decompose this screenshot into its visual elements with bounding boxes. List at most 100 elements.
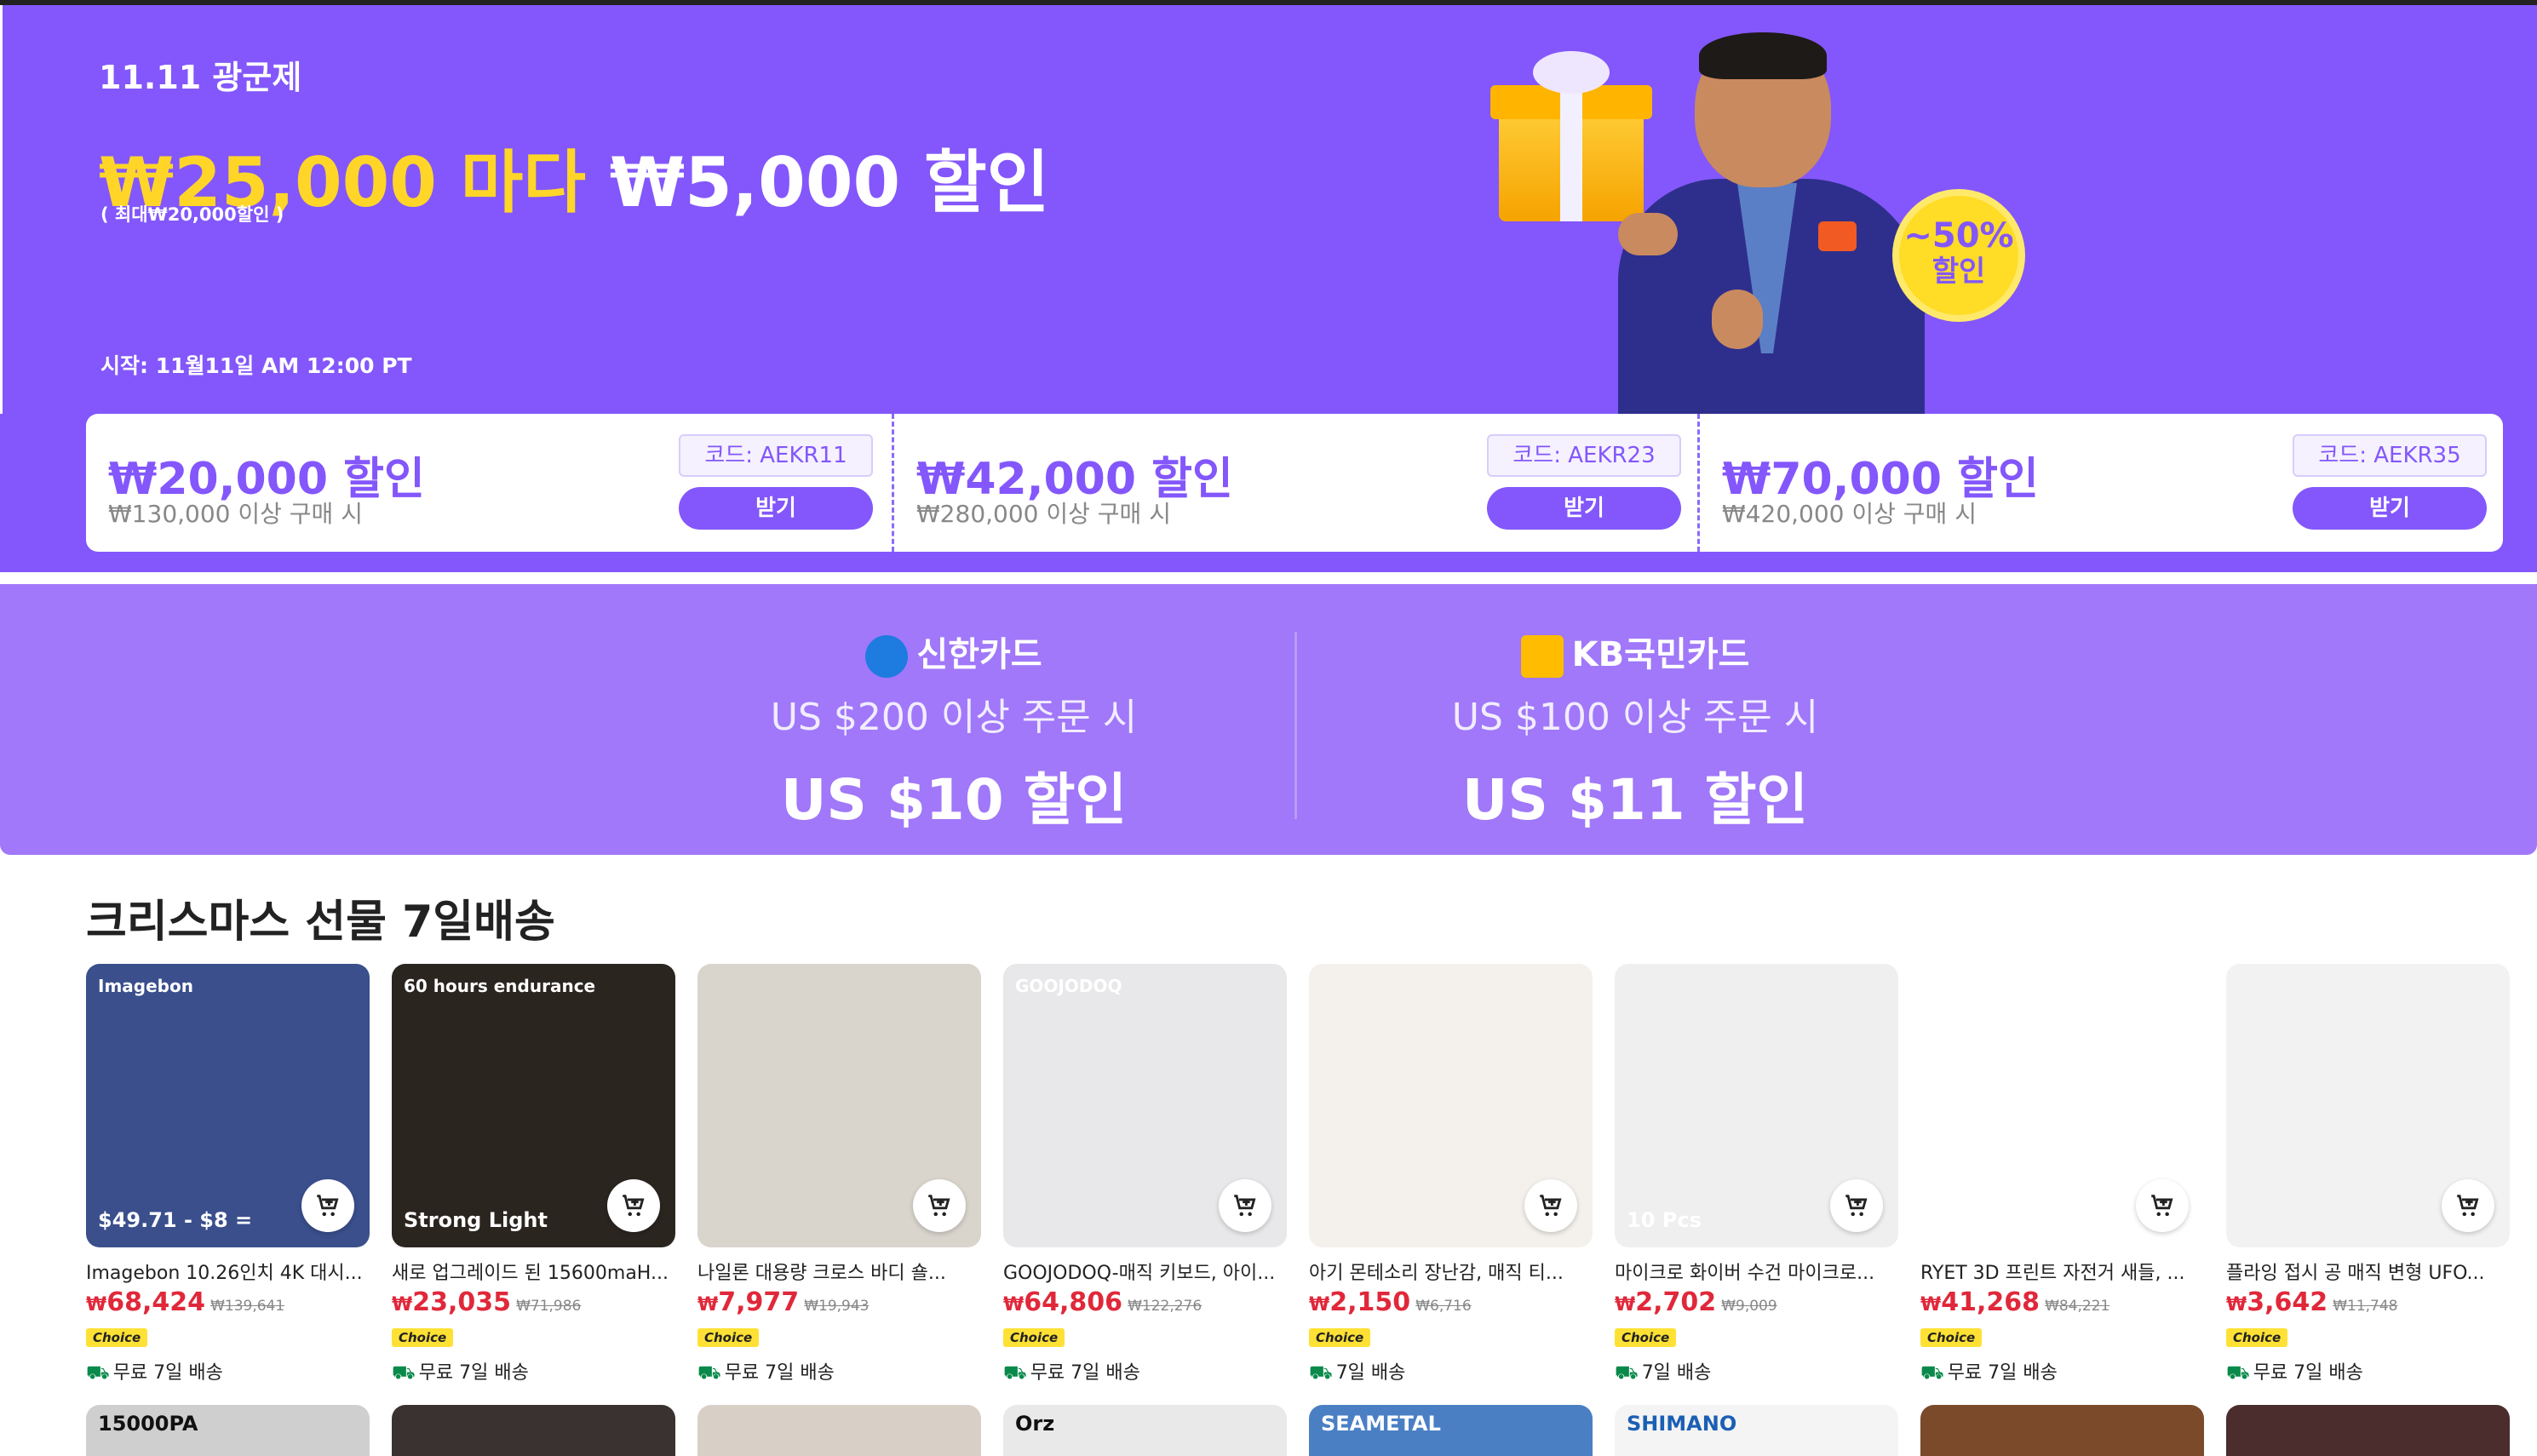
cart-plus-icon bbox=[1845, 1195, 1868, 1217]
product-title[interactable]: 플라잉 접시 공 매직 변형 UFO... bbox=[2226, 1258, 2510, 1285]
product-image[interactable]: 10 Pcs bbox=[1615, 964, 1898, 1247]
cart-plus-icon bbox=[623, 1195, 645, 1217]
price-currency: ₩ bbox=[1309, 1294, 1330, 1316]
shipping-text: 무료 7일 배송 bbox=[112, 1362, 223, 1384]
add-to-cart-button[interactable] bbox=[1830, 1179, 1883, 1232]
gift-ribbon bbox=[1560, 85, 1582, 221]
price-original: ₩11,748 bbox=[2333, 1298, 2398, 1315]
shipping-text: 무료 7일 배송 bbox=[2253, 1362, 2363, 1384]
truck-icon: ⛟ bbox=[392, 1362, 416, 1384]
cart-plus-icon bbox=[2457, 1195, 2479, 1217]
choice-badge: Choice bbox=[1920, 1328, 1983, 1347]
product-price: ₩7,977 ₩19,943 bbox=[697, 1287, 869, 1317]
product-image-label: Imagebon bbox=[98, 976, 193, 996]
product-title[interactable]: 새로 업그레이드 된 15600maH... bbox=[392, 1258, 675, 1285]
product-card-partial[interactable]: Orz bbox=[1003, 1405, 1287, 1456]
add-to-cart-button[interactable] bbox=[1219, 1179, 1271, 1232]
shipping-text: 7일 배송 bbox=[1335, 1362, 1406, 1384]
claim-coupon-button[interactable]: 받기 bbox=[679, 487, 873, 530]
price-currency: ₩ bbox=[1615, 1294, 1636, 1316]
shipping-text: 무료 7일 배송 bbox=[418, 1362, 529, 1384]
coupon-code: 코드: AEKR11 bbox=[679, 434, 873, 477]
product-image[interactable] bbox=[2226, 964, 2510, 1247]
truck-icon: ⛟ bbox=[1309, 1362, 1333, 1384]
product-card-partial[interactable] bbox=[1920, 1405, 2204, 1456]
product-card-partial[interactable]: 15000PA bbox=[86, 1405, 370, 1456]
product-image-label: SEAMETAL bbox=[1321, 1412, 1441, 1436]
cart-plus-icon bbox=[2151, 1195, 2173, 1217]
add-to-cart-button[interactable] bbox=[1524, 1179, 1577, 1232]
coupon-1: ₩20,000 할인 ₩130,000 이상 구매 시 코드: AEKR11 받… bbox=[86, 414, 892, 552]
product-image-label: Orz bbox=[1015, 1412, 1055, 1436]
start-time: 시작: 11월11일 AM 12:00 PT bbox=[100, 353, 412, 378]
product-image[interactable] bbox=[1309, 964, 1593, 1247]
add-to-cart-button[interactable] bbox=[607, 1179, 660, 1232]
price-current: 41,268 bbox=[1941, 1287, 2041, 1317]
shipping-info: ⛟ 무료 7일 배송 bbox=[1920, 1357, 2058, 1386]
product-image[interactable] bbox=[697, 964, 981, 1247]
truck-icon: ⛟ bbox=[697, 1362, 721, 1384]
product-image[interactable]: RYET bbox=[1920, 964, 2204, 1247]
shipping-text: 7일 배송 bbox=[1641, 1362, 1712, 1384]
event-name: 11.11 광군제 bbox=[99, 59, 302, 96]
product-image[interactable]: GOOJODOQ bbox=[1003, 964, 1287, 1247]
shipping-info: ⛟ 7일 배송 bbox=[1615, 1357, 1711, 1386]
product-image[interactable]: Imagebon $49.71 - $8 = bbox=[86, 964, 370, 1247]
product-card-partial[interactable] bbox=[2226, 1405, 2510, 1456]
product-title[interactable]: 마이크로 화이버 수건 마이크로... bbox=[1615, 1258, 1898, 1285]
bank-name: 신한카드 bbox=[916, 635, 1042, 674]
coupon-2: ₩42,000 할인 ₩280,000 이상 구매 시 코드: AEKR23 받… bbox=[892, 414, 1700, 552]
product-image[interactable]: 60 hours endurance Strong Light bbox=[392, 964, 675, 1247]
add-to-cart-button[interactable] bbox=[2136, 1179, 2189, 1232]
price-currency: ₩ bbox=[1920, 1294, 1942, 1316]
thumbs-up-hand bbox=[1712, 289, 1763, 349]
product-image-label: SHIMANO bbox=[1627, 1412, 1737, 1436]
add-to-cart-button[interactable] bbox=[913, 1179, 966, 1232]
choice-badge: Choice bbox=[1615, 1328, 1677, 1347]
hero-promo-image: ~50% 할인 bbox=[1482, 17, 2044, 414]
product-title[interactable]: RYET 3D 프린트 자전거 새들, ... bbox=[1920, 1258, 2204, 1285]
price-original: ₩71,986 bbox=[516, 1298, 582, 1315]
coupon-condition: ₩130,000 이상 구매 시 bbox=[108, 500, 363, 528]
card-promo-banner[interactable]: 신한카드 US $200 이상 주문 시 US $10 할인 KB국민카드 US… bbox=[0, 584, 2537, 855]
shipping-info: ⛟ 무료 7일 배송 bbox=[2226, 1357, 2363, 1386]
price-currency: ₩ bbox=[2226, 1294, 2247, 1316]
product-image-label: RYET bbox=[1932, 976, 1981, 996]
holding-hand bbox=[1618, 213, 1678, 255]
claim-coupon-button[interactable]: 받기 bbox=[2293, 487, 2487, 530]
shipping-text: 무료 7일 배송 bbox=[1030, 1362, 1140, 1384]
price-currency: ₩ bbox=[697, 1294, 719, 1316]
price-original: ₩6,716 bbox=[1415, 1298, 1472, 1315]
product-card-partial[interactable] bbox=[392, 1405, 675, 1456]
add-to-cart-button[interactable] bbox=[2442, 1179, 2494, 1232]
price-original: ₩19,943 bbox=[804, 1298, 870, 1315]
shinhan-logo-icon bbox=[865, 635, 909, 678]
price-current: 23,035 bbox=[412, 1287, 512, 1317]
product-image-caption: $49.71 - $8 = bbox=[98, 1208, 253, 1232]
cart-plus-icon bbox=[1234, 1195, 1256, 1217]
coupon-code: 코드: AEKR35 bbox=[2293, 434, 2487, 477]
choice-badge: Choice bbox=[86, 1328, 148, 1347]
price-original: ₩9,009 bbox=[1721, 1298, 1777, 1315]
product-card-partial[interactable]: SHIMANO bbox=[1615, 1405, 1898, 1456]
product-price: ₩68,424 ₩139,641 bbox=[86, 1287, 284, 1317]
coupon-condition: ₩280,000 이상 구매 시 bbox=[916, 500, 1171, 528]
coupon-code: 코드: AEKR23 bbox=[1487, 434, 1681, 477]
product-price: ₩64,806 ₩122,276 bbox=[1003, 1287, 1202, 1317]
shipping-info: ⛟ 무료 7일 배송 bbox=[1003, 1357, 1140, 1386]
product-card-partial[interactable] bbox=[697, 1405, 981, 1456]
headline-discount: ₩5,000 할인 bbox=[586, 143, 1050, 222]
add-to-cart-button[interactable] bbox=[301, 1179, 354, 1232]
product-title[interactable]: Imagebon 10.26인치 4K 대시... bbox=[86, 1258, 370, 1285]
card-discount: US $11 할인 bbox=[1461, 767, 1809, 833]
shipping-text: 무료 7일 배송 bbox=[724, 1362, 835, 1384]
product-title[interactable]: GOOJODOQ-매직 키보드, 아이... bbox=[1003, 1258, 1287, 1285]
badge-percent: ~50% bbox=[1903, 216, 2014, 255]
product-card-partial[interactable]: SEAMETAL bbox=[1309, 1405, 1593, 1456]
kb-logo: KB국민카드 bbox=[1124, 627, 2146, 678]
product-title[interactable]: 나일론 대용량 크로스 바디 숄... bbox=[697, 1258, 981, 1285]
product-title[interactable]: 아기 몬테소리 장난감, 매직 티... bbox=[1309, 1258, 1593, 1285]
claim-coupon-button[interactable]: 받기 bbox=[1487, 487, 1681, 530]
choice-badge: Choice bbox=[2226, 1328, 2288, 1347]
choice-badge: Choice bbox=[697, 1328, 760, 1347]
